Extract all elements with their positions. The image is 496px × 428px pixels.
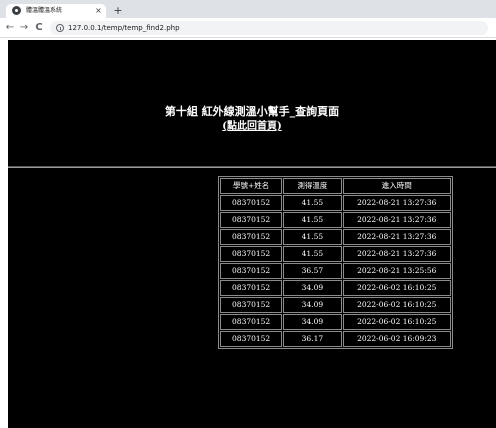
page-content: 第十組 紅外線測溫小幫手_查詢頁面 (點此回首頁) 學號+姓名 測得溫度 進入時… [8,40,496,428]
cell-temperature: 36.17 [283,331,342,347]
back-icon[interactable]: ← [4,21,16,35]
cell-entry-time: 2022-08-21 13:27:36 [342,246,451,262]
forward-icon[interactable]: → [18,21,30,35]
cell-temperature: 34.09 [283,297,342,313]
cell-student-id: 08370152 [220,297,283,313]
cell-entry-time: 2022-06-02 16:09:23 [342,331,451,347]
close-tab-icon[interactable]: × [94,6,103,16]
results-table-wrapper: 學號+姓名 測得溫度 進入時間 08370152 41.55 2022-08-21 … [218,176,463,349]
tab-title: 體溫體溫系統 [26,7,63,14]
cell-entry-time: 2022-08-21 13:27:36 [342,212,451,228]
table-row: 08370152 41.55 2022-08-21 13:27:36 [220,212,451,228]
table-row: 08370152 36.17 2022-06-02 16:09:23 [220,331,451,347]
new-tab-icon[interactable]: + [112,5,124,17]
cell-temperature: 41.55 [283,195,342,211]
cell-student-id: 08370152 [220,314,283,330]
cell-entry-time: 2022-08-21 13:27:36 [342,195,451,211]
browser-tab[interactable]: 體溫體溫系統 × [6,4,106,18]
cell-student-id: 08370152 [220,263,283,279]
column-header-entry-time: 進入時間 [342,178,451,194]
cell-entry-time: 2022-06-02 16:10:25 [342,314,451,330]
table-row: 08370152 41.55 2022-08-21 13:27:36 [220,229,451,245]
cell-student-id: 08370152 [220,331,283,347]
cell-temperature: 34.09 [283,280,342,296]
table-body: 08370152 41.55 2022-08-21 13:27:36 08370152… [220,195,451,347]
cell-temperature: 41.55 [283,246,342,262]
table-row: 08370152 36.57 2022-08-21 13:25:56 [220,263,451,279]
horizontal-divider [8,166,496,168]
cell-student-id: 08370152 [220,229,283,245]
favicon-icon [12,6,21,15]
column-header-temperature: 測得溫度 [283,178,342,194]
results-table: 學號+姓名 測得溫度 進入時間 08370152 41.55 2022-08-21 … [218,176,453,349]
table-row: 08370152 34.09 2022-06-02 16:10:25 [220,280,451,296]
address-bar[interactable]: 127.0.0.1/temp/temp_find2.php [50,21,488,35]
column-header-student: 學號+姓名 [220,178,283,194]
home-link[interactable]: (點此回首頁) [222,121,281,132]
browser-toolbar: ← → C 127.0.0.1/temp/temp_find2.php [0,18,496,38]
cell-student-id: 08370152 [220,246,283,262]
site-info-icon[interactable] [56,24,64,32]
reload-icon[interactable]: C [33,21,45,35]
table-row: 08370152 34.09 2022-06-02 16:10:25 [220,314,451,330]
cell-entry-time: 2022-08-21 13:25:56 [342,263,451,279]
cell-temperature: 34.09 [283,314,342,330]
cell-student-id: 08370152 [220,280,283,296]
cell-entry-time: 2022-08-21 13:27:36 [342,229,451,245]
cell-student-id: 08370152 [220,195,283,211]
url-text[interactable]: 127.0.0.1/temp/temp_find2.php [68,22,180,34]
cell-temperature: 41.55 [283,212,342,228]
table-row: 08370152 34.09 2022-06-02 16:10:25 [220,297,451,313]
browser-window: 體溫體溫系統 × + ← → C 127.0.0.1/temp/temp_fin… [0,0,496,428]
cell-entry-time: 2022-06-02 16:10:25 [342,280,451,296]
page-title: 第十組 紅外線測溫小幫手_查詢頁面 [164,105,340,118]
table-row: 08370152 41.55 2022-08-21 13:27:36 [220,195,451,211]
table-header-row: 學號+姓名 測得溫度 進入時間 [220,178,451,194]
cell-entry-time: 2022-06-02 16:10:25 [342,297,451,313]
cell-student-id: 08370152 [220,212,283,228]
tab-strip: 體溫體溫系統 × + [0,0,496,18]
cell-temperature: 36.57 [283,263,342,279]
table-row: 08370152 41.55 2022-08-21 13:27:36 [220,246,451,262]
cell-temperature: 41.55 [283,229,342,245]
home-link-container: (點此回首頁) [8,120,496,134]
